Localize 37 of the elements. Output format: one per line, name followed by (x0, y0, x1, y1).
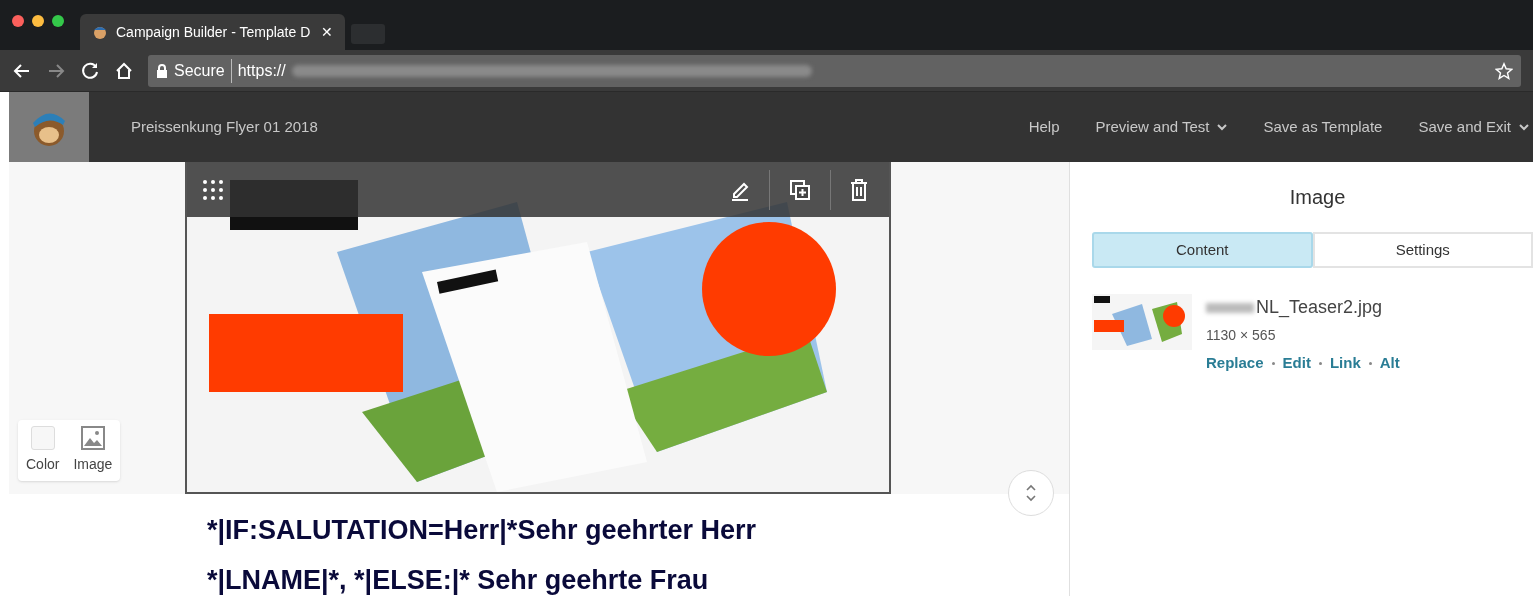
chevron-down-icon (1217, 123, 1228, 131)
background-option[interactable]: Color (24, 426, 62, 475)
tab-title: Campaign Builder - Template D (116, 22, 312, 42)
chevron-down-icon (1519, 123, 1529, 131)
file-action-link[interactable]: Alt (1379, 352, 1400, 375)
campaign-name: Preissenkung Flyer 01 2018 (131, 116, 318, 137)
reload-icon[interactable] (80, 60, 100, 81)
image-icon (80, 426, 105, 450)
file-name: NL_Teaser2.jpg (1256, 296, 1383, 320)
background-option[interactable]: Image (71, 426, 115, 475)
file-action-link[interactable]: Link (1329, 352, 1361, 375)
bookmark-star-icon[interactable] (1495, 61, 1513, 80)
menu-button[interactable]: Preview and Test (1095, 115, 1228, 139)
up-down-chevron-icon (1025, 483, 1037, 503)
file-action-link[interactable]: Edit (1282, 352, 1311, 375)
secure-label: Secure (174, 58, 232, 83)
menu-button[interactable]: Help (1028, 115, 1060, 139)
merge-tag-text: *|IF:SALUTATION=Herr|*Sehr geehrter Herr (207, 514, 757, 546)
image-dimensions: 1130 × 565 (1206, 326, 1277, 345)
close-tab-icon[interactable]: ✕ (321, 21, 333, 43)
blurred-filename (1206, 302, 1254, 313)
home-icon[interactable] (114, 60, 134, 81)
panel-title: Image (1289, 185, 1346, 210)
menu-button[interactable]: Save and Exit (1418, 115, 1529, 139)
menu-button[interactable]: Save as Template (1263, 115, 1383, 139)
drag-handle-icon[interactable] (201, 177, 225, 202)
address-field[interactable]: Secure https:// (148, 54, 1521, 87)
browser-tab[interactable]: Campaign Builder - Template D ✕ (80, 14, 345, 50)
lock-icon (156, 63, 168, 78)
file-action-link[interactable]: Replace (1206, 352, 1264, 375)
panel-tab[interactable]: Settings (1312, 232, 1533, 268)
merge-tag-text: *|LNAME|*, *|ELSE:|* Sehr geehrte Frau (207, 564, 710, 596)
url-text: https:// (237, 60, 286, 81)
app-logo-icon (92, 24, 108, 40)
panel-tab[interactable]: Content (1092, 232, 1313, 268)
app-logo-tile[interactable] (9, 92, 89, 162)
color-swatch-icon (30, 426, 55, 450)
